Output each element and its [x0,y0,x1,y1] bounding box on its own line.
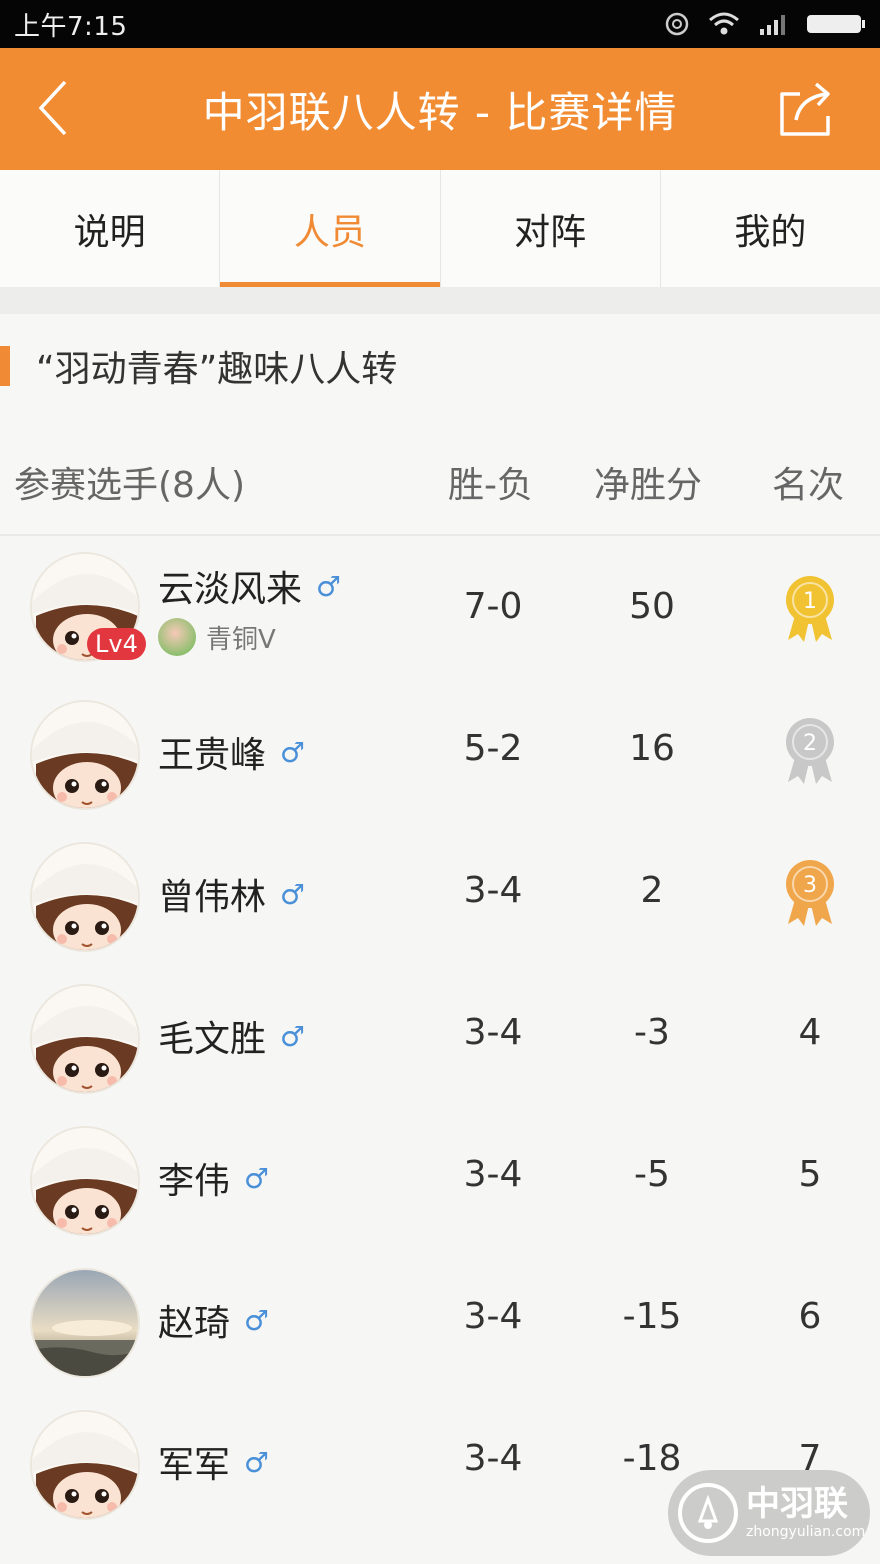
win-loss: 3-4 [463,1438,523,1479]
win-loss: 3-4 [463,1012,523,1053]
net-points: -5 [634,1154,670,1195]
net-points: 50 [629,586,675,627]
column-win-loss: 胜-负 [448,465,533,506]
medal-number: 3 [803,873,817,898]
section-divider [0,288,880,314]
tab-bar: 说明 人员 对阵 我的 [0,170,880,288]
player-row[interactable]: 李伟 ♂ 3-4 -5 5 [0,1106,880,1248]
rank-tier-badge: 青铜V [158,618,276,656]
win-loss: 5-2 [463,728,523,769]
player-row[interactable]: 王贵峰 ♂ 5-2 16 2 [0,680,880,822]
column-player: 参赛选手(8人) [14,465,245,506]
medal-number: 2 [803,731,817,756]
status-icons [664,11,866,37]
player-row[interactable]: 赵琦 ♂ 3-4 -15 6 [0,1248,880,1390]
top-nav-bar: 中羽联八人转 - 比赛详情 [0,48,880,170]
player-row[interactable]: 曾伟林 ♂ 3-4 2 3 [0,822,880,964]
player-avatar[interactable] [30,1410,140,1520]
tab-matchups[interactable]: 对阵 [439,170,660,287]
chevron-left-icon [38,80,67,136]
signal-icon [760,15,785,35]
net-points: -3 [634,1012,670,1053]
share-button[interactable] [776,80,836,138]
player-avatar[interactable] [30,700,140,810]
male-icon: ♂ [280,735,306,769]
watermark-name: 中羽联 [746,1484,848,1524]
player-list: Lv4 云淡风来 ♂ 青铜V 7-0 50 1 王贵峰 ♂ 5-2 16 2 曾伟林 ♂ 3-4 2 3 毛文胜 ♂… [0,538,880,1532]
player-avatar[interactable] [30,1126,140,1236]
rank: 5 [798,1154,822,1195]
player-avatar[interactable] [30,984,140,1094]
gold-medal-icon: 1 [780,574,840,644]
back-button[interactable] [28,78,78,138]
battery-icon [807,15,865,33]
net-points: -15 [622,1296,682,1337]
page-title: 中羽联八人转 - 比赛详情 [202,87,678,137]
player-name-group: 曾伟林 ♂ [158,868,305,920]
tier-icon [158,618,196,656]
watermark-url: zhongyulian.com [746,1524,866,1540]
tab-description[interactable]: 说明 [0,170,219,287]
bronze-medal-icon: 3 [780,858,840,928]
player-name-group: 赵琦 ♂ [158,1294,269,1346]
alarm-icon [665,12,689,36]
tab-members[interactable]: 人员 [219,170,440,287]
net-points: 16 [629,728,675,769]
player-row[interactable]: Lv4 云淡风来 ♂ 青铜V 7-0 50 1 [0,538,880,680]
status-time: 上午7:15 [14,11,128,42]
player-name-group: 王贵峰 ♂ [158,726,305,778]
player-avatar[interactable] [30,842,140,952]
male-icon: ♂ [280,1019,306,1053]
player-name-group: 李伟 ♂ [158,1152,269,1204]
event-header: “羽动青春”趣味八人转 [0,314,880,418]
silver-medal-icon: 2 [780,716,840,786]
player-name[interactable]: 毛文胜 [158,1010,266,1062]
player-name[interactable]: 云淡风来 [158,560,302,612]
win-loss: 7-0 [463,586,523,627]
player-avatar[interactable] [30,1268,140,1378]
shuttlecock-logo-icon [678,1483,738,1543]
rank: 6 [798,1296,822,1337]
male-icon: ♂ [244,1445,270,1479]
status-bar: 上午7:15 [0,0,880,48]
player-name[interactable]: 赵琦 [158,1294,230,1346]
tier-label: 青铜V [206,624,276,655]
win-loss: 3-4 [463,1296,523,1337]
male-icon: ♂ [280,877,306,911]
column-net-points: 净胜分 [594,465,703,506]
player-name[interactable]: 曾伟林 [158,868,266,920]
player-name-group: 军军 ♂ [158,1436,269,1488]
male-icon: ♂ [244,1161,270,1195]
share-icon [780,82,830,136]
medal-number: 1 [803,589,817,614]
column-rank: 名次 [772,465,845,506]
level-badge: Lv4 [87,628,146,660]
event-name: “羽动青春”趣味八人转 [36,349,398,390]
accent-bar [0,346,10,386]
male-icon: ♂ [244,1303,270,1337]
win-loss: 3-4 [463,1154,523,1195]
male-icon: ♂ [316,569,342,603]
player-name-group: 毛文胜 ♂ [158,1010,305,1062]
player-name[interactable]: 王贵峰 [158,726,266,778]
player-name[interactable]: 军军 [158,1436,230,1488]
player-row[interactable]: 毛文胜 ♂ 3-4 -3 4 [0,964,880,1106]
player-name-group: 云淡风来 ♂ [158,560,341,612]
net-points: 2 [640,870,664,911]
win-loss: 3-4 [463,870,523,911]
rank: 4 [798,1012,822,1053]
watermark: 中羽联 zhongyulian.com [668,1470,870,1556]
wifi-icon [709,12,739,35]
table-header: 参赛选手(8人) 胜-负 净胜分 名次 [0,418,880,536]
tab-mine[interactable]: 我的 [659,170,880,287]
player-name[interactable]: 李伟 [158,1152,230,1204]
